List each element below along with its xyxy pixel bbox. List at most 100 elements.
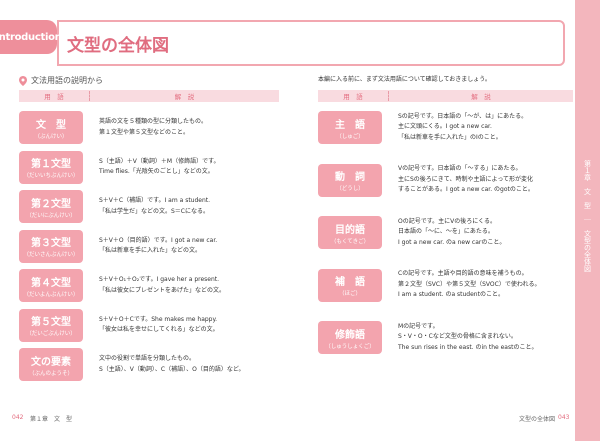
- description-line: することがある。I got a new car. のgotのこと。: [398, 186, 534, 194]
- term-description: Sの記号です。日本語の「～が、は」にあたる。 主に文頭にくる。I got a ne…: [398, 112, 527, 144]
- description-line: 主に文頭にくる。I got a new car.: [398, 123, 492, 131]
- term-row: 修飾語 （しゅうしょくご） Mの記号です。 S・V・O・Cなど文型の骨格に含まれない。…: [318, 321, 537, 354]
- term-row: 第１文型 （だいいちぶんけい） S（主語）＋V（動詞）＋M（修飾語）です。 Time …: [19, 150, 220, 184]
- term-label: 第４文型 （だいよんぶんけい）: [19, 269, 83, 302]
- term-name: 第１文型: [31, 159, 71, 170]
- left-table-header: 用 語 解 説: [19, 90, 279, 102]
- term-description: Oの記号です。主にVの後ろにくる。 日本語の「～に、～を」にあたる。 I got a…: [398, 217, 505, 249]
- description-line: 「私は新車を手に入れた」などの文。: [99, 247, 202, 254]
- description-line: Oの記号です。主にVの後ろにくる。: [398, 217, 496, 225]
- term-row: 第４文型 （だいよんぶんけい） S＋V＋O₁＋O₂です。I gave her a p…: [19, 269, 225, 302]
- term-column-header: 用 語: [44, 93, 64, 101]
- section-heading: 文法用語の説明から: [19, 75, 103, 86]
- section-title: 文法用語の説明から: [31, 76, 103, 85]
- term-reading: （ぶんけい）: [34, 133, 68, 140]
- term-description: Vの記号です。日本語の「～する」にあたる。主にSの後ろにきて、時制や主語によって…: [398, 164, 534, 196]
- chapter-side-label: 第１章 文 型 ｜ 文型の全体図: [583, 160, 592, 272]
- description-line: 「彼女は私を幸せにしてくれる」などの文。: [99, 326, 219, 333]
- term-description: S＋V＋O（目的語）です。I got a new car. 「私は新車を手に入れた…: [99, 236, 217, 257]
- description-line: 「私は学生だ」などの文。S＝Cになる。: [99, 207, 209, 215]
- term-reading: （しゅご）: [336, 133, 364, 140]
- term-label: 第３文型 （だいさんぶんけい）: [19, 229, 83, 263]
- page-title: 文型の全体図: [67, 36, 169, 56]
- term-description: 英語の文を５種類の型に分類したもの。 第１文型や第５文型などのこと。: [99, 117, 207, 138]
- term-description: S＋V＋O₁＋O₂です。I gave her a present. 「私は彼女にプ…: [99, 275, 225, 296]
- description-line: 文中の役割で単語を分類したもの。: [99, 355, 196, 362]
- description-line: 英語の文を５種類の型に分類したもの。: [99, 118, 208, 125]
- term-reading: （だいよんぶんけい）: [23, 291, 79, 298]
- term-label: 目的語 （もくてきご）: [318, 216, 382, 249]
- term-description: 文中の役割で単語を分類したもの。 S（主語）、V（動詞）、C（補語）、O（目的語）…: [99, 354, 245, 375]
- term-name: 文の要素: [31, 356, 71, 368]
- term-description: Mの記号です。 S・V・O・Cなど文型の骨格に含まれない。 The sun rise…: [398, 322, 537, 354]
- term-row: 動 詞 （どうし） Vの記号です。日本語の「～する」にあたる。主にSの後ろにきて、時…: [318, 163, 534, 197]
- left-footer-text: 第１章 文 型: [30, 416, 73, 423]
- term-label: 補 語 （ほご）: [318, 268, 382, 302]
- term-name: 第４文型: [31, 277, 71, 289]
- term-description: Cの記号です。主語や目的語の意味を補うもの。第２文型（SVC）や第５文型（SVO…: [398, 269, 541, 301]
- term-reading: （どうし）: [336, 186, 364, 192]
- description-line: Sの記号です。日本語の「～が、は」にあたる。: [398, 112, 528, 120]
- term-reading: （だいさんぶんけい）: [23, 252, 79, 258]
- term-name: 主 語: [335, 119, 365, 131]
- location-pin-icon: [19, 75, 27, 86]
- right-footer-text: 文型の全体図: [519, 416, 556, 423]
- term-label: 主 語 （しゅご）: [318, 111, 382, 144]
- description-line: 主にSの後ろにきて、時制や主語によって形が変化: [398, 175, 534, 183]
- desc-column-header: 解 説: [388, 91, 573, 101]
- description-line: S＋V＋O＋Cです。She makes me happy.: [99, 315, 218, 323]
- term-reading: （しゅうしょくご）: [325, 343, 375, 350]
- title-box: 文型の全体図: [57, 20, 565, 66]
- term-reading: （ぶんのようそ）: [28, 370, 73, 377]
- description-line: 第２文型（SVC）や第５文型（SVOC）で使われる。: [398, 280, 541, 288]
- description-line: S・V・O・Cなど文型の骨格に含まれない。: [398, 333, 517, 341]
- term-name: 補 語: [335, 277, 365, 288]
- term-row: 補 語 （ほご） Cの記号です。主語や目的語の意味を補うもの。第２文型（SVC）や第…: [318, 268, 541, 302]
- description-line: Cの記号です。主語や目的語の意味を補うもの。: [398, 270, 528, 278]
- term-reading: （だいいちぶんけい）: [23, 173, 79, 179]
- term-row: 目的語 （もくてきご） Oの記号です。主にVの後ろにくる。 日本語の「～に、～を」にあ…: [318, 216, 505, 249]
- term-row: 第２文型 （だいにぶんけい） S＋V＋C（補語）です。I am a student.…: [19, 190, 210, 223]
- introduction-tab: introduction: [0, 20, 62, 54]
- term-label: 第２文型 （だいにぶんけい）: [19, 190, 83, 223]
- term-row: 主 語 （しゅご） Sの記号です。日本語の「～が、は」にあたる。 主に文頭にくる。I …: [318, 111, 527, 144]
- term-description: S（主語）＋V（動詞）＋M（修飾語）です。 Time flies.「光陰矢のごとし…: [99, 157, 220, 178]
- term-label: 第１文型 （だいいちぶんけい）: [19, 150, 83, 184]
- description-line: Time flies.「光陰矢のごとし」などの文。: [99, 168, 214, 175]
- term-description: S＋V＋O＋Cです。She makes me happy. 「彼女は私を幸せにして…: [99, 315, 219, 336]
- desc-column-header: 解 説: [89, 91, 279, 101]
- chapter-side-stripe: 第１章 文 型 ｜ 文型の全体図: [575, 0, 600, 441]
- description-line: The sun rises in the east. のin the eastの…: [398, 343, 538, 351]
- description-line: S＋V＋O（目的語）です。I got a new car.: [99, 236, 218, 244]
- description-line: Mの記号です。: [398, 322, 439, 330]
- term-label: 文の要素 （ぶんのようそ）: [19, 348, 83, 381]
- left-page-number: 042: [12, 414, 24, 421]
- description-line: S＋V＋C（補語）です。I am a student.: [99, 197, 211, 204]
- term-label: 第５文型 （だいごぶんけい）: [19, 308, 83, 342]
- term-name: 第５文型: [31, 317, 71, 328]
- right-intro-text: 本編に入る前に、まず文法用語について確認しておきましょう。: [318, 76, 491, 83]
- description-line: 日本語の「～に、～を」にあたる。: [398, 228, 494, 236]
- term-reading: （だいにぶんけい）: [26, 212, 76, 219]
- term-reading: （もくてきご）: [330, 238, 370, 245]
- term-reading: （だいごぶんけい）: [26, 331, 76, 337]
- right-table-header: 用 語 解 説: [318, 90, 573, 102]
- term-name: 修飾語: [335, 329, 365, 341]
- term-reading: （ほご）: [338, 291, 361, 297]
- description-line: S＋V＋O₁＋O₂です。I gave her a present.: [99, 276, 220, 283]
- term-row: 文の要素 （ぶんのようそ） 文中の役割で単語を分類したもの。 S（主語）、V（動詞）、…: [19, 348, 245, 381]
- description-line: 第１文型や第５文型などのこと。: [99, 128, 190, 136]
- term-row: 第５文型 （だいごぶんけい） S＋V＋O＋Cです。She makes me happ…: [19, 308, 219, 342]
- term-column-header: 用 語: [343, 93, 363, 101]
- description-line: I am a student. のa studentのこと。: [398, 291, 504, 299]
- term-name: 動 詞: [335, 172, 365, 183]
- term-name: 目的語: [335, 224, 365, 236]
- term-name: 第２文型: [31, 198, 71, 210]
- right-page-number: 043: [558, 414, 570, 421]
- description-line: I got a new car. のa new carのこと。: [398, 238, 506, 246]
- description-line: S（主語）、V（動詞）、C（補語）、O（目的語）など。: [99, 365, 245, 373]
- description-line: 「私は新車を手に入れた」のIのこと。: [398, 133, 502, 141]
- description-line: Vの記号です。日本語の「～する」にあたる。: [398, 165, 522, 173]
- term-label: 動 詞 （どうし）: [318, 163, 382, 197]
- term-row: 第３文型 （だいさんぶんけい） S＋V＋O（目的語）です。I got a new c…: [19, 229, 217, 263]
